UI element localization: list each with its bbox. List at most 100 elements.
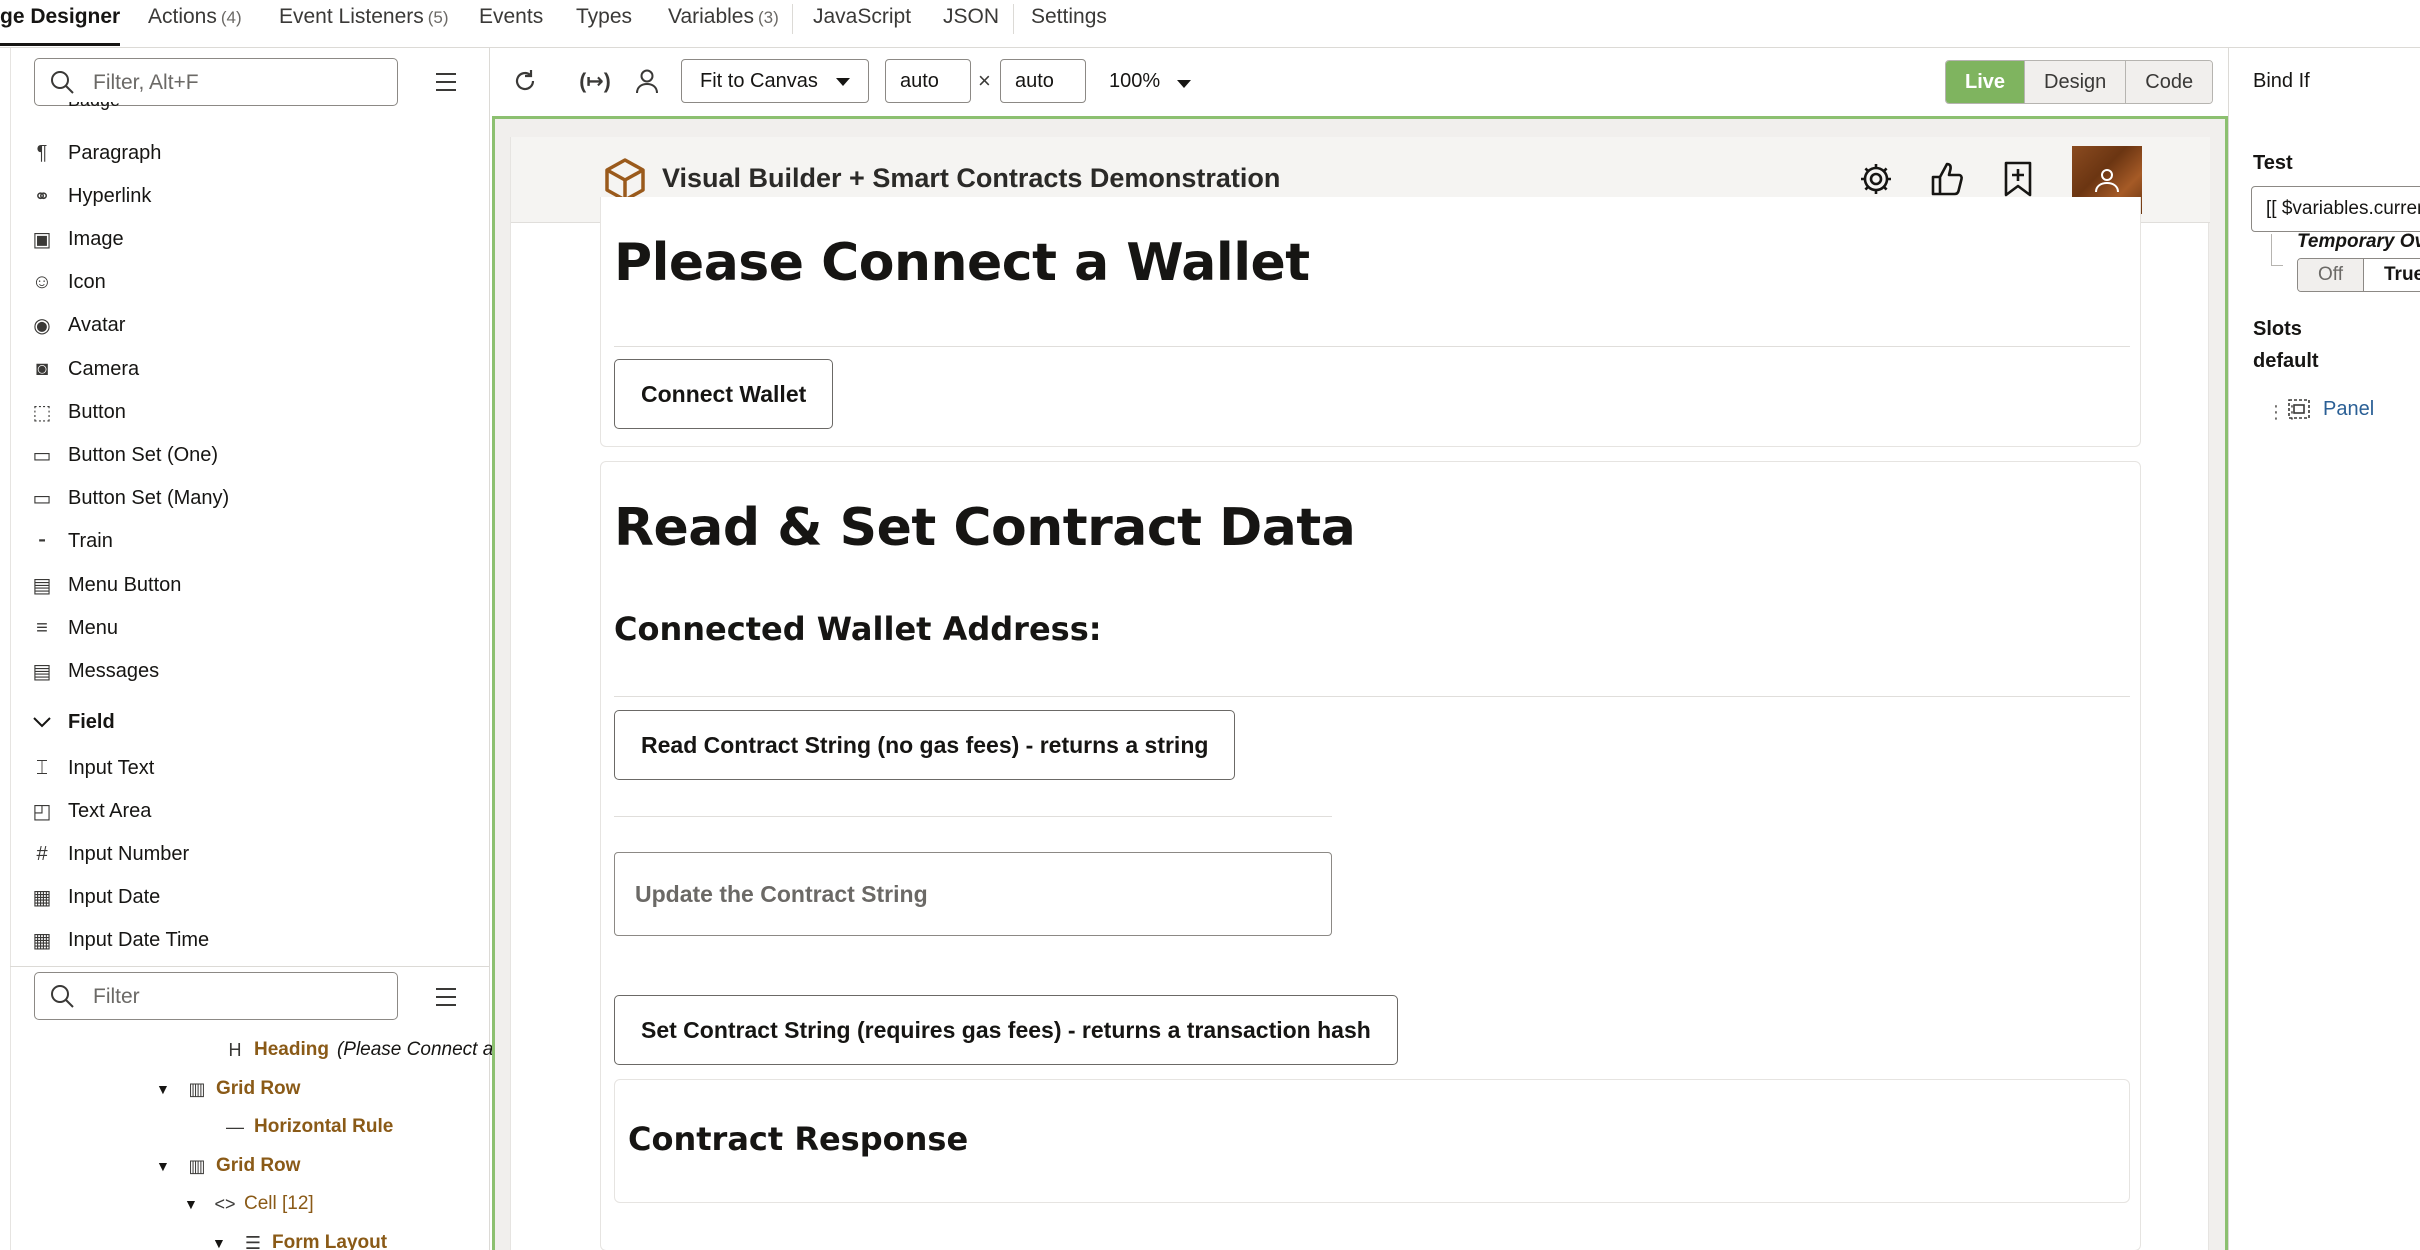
component-item[interactable]: ⬚ Button [30, 397, 126, 427]
structure-node[interactable]: ▼ ☰ Form Layout [212, 1228, 387, 1250]
paragraph-icon: ¶ [36, 141, 48, 164]
canvas-height-input[interactable]: auto [1000, 59, 1086, 103]
component-item[interactable]: ¶ Paragraph [30, 138, 162, 168]
read-contract-button[interactable]: Read Contract String (no gas fees) - ret… [614, 710, 1236, 780]
component-item[interactable]: ⁃ Train [30, 527, 113, 557]
structure-node[interactable]: H Heading (Please Connect a [224, 1035, 494, 1065]
fit-to-canvas-select[interactable]: Fit to Canvas [681, 59, 869, 103]
tab-javascript[interactable]: JavaScript [813, 0, 911, 46]
mode-toggle: Live Design Code [1945, 60, 2214, 104]
tab-label: Actions [148, 5, 217, 28]
field-component-item[interactable]: # Input Number [30, 839, 189, 869]
temporary-override-label: Temporary Override [2297, 231, 2420, 252]
update-contract-string-input[interactable]: Update the Contract String [614, 852, 1332, 936]
settings-gear-icon[interactable] [1856, 159, 1896, 199]
component-label: Text Area [68, 799, 152, 822]
tab-label: ge Designer [0, 5, 121, 28]
button-set-one-icon: ▭ [32, 444, 52, 467]
mode-design-button[interactable]: Design [2025, 61, 2127, 103]
component-item[interactable]: ⚭ Hyperlink [30, 181, 152, 211]
default-slot-label: default [2253, 350, 2319, 372]
tab-actions[interactable]: Actions (4) [148, 0, 242, 46]
thumbs-up-icon[interactable] [1927, 159, 1967, 199]
zoom-value: 100% [1109, 70, 1161, 92]
component-item[interactable]: ≡ Menu [30, 613, 118, 643]
tab-label: JSON [943, 5, 1000, 28]
contract-data-card: Read & Set Contract Data Connected Walle… [600, 461, 2141, 1250]
contract-response-card: Contract Response [614, 1079, 2130, 1203]
component-label: Messages [68, 659, 160, 682]
components-menu-icon[interactable] [436, 73, 456, 91]
component-label: Hyperlink [68, 184, 152, 207]
slots-label: Slots [2253, 318, 2302, 340]
structure-menu-icon[interactable] [436, 988, 456, 1006]
zoom-select[interactable]: 100% [1109, 70, 1191, 93]
train-icon: ⁃ [37, 531, 47, 554]
connect-wallet-button[interactable]: Connect Wallet [614, 359, 834, 429]
component-item[interactable]: ▭ Button Set (One) [30, 440, 219, 470]
test-expression-input[interactable]: [[ $variables.currentAccount [2251, 186, 2420, 232]
component-partial[interactable]: Badge [30, 102, 120, 118]
component-item[interactable]: ▭ Button Set (Many) [30, 484, 230, 514]
expand-triangle-icon[interactable]: ▼ [156, 1081, 172, 1097]
refresh-icon[interactable] [508, 64, 542, 98]
tree-connector [2271, 234, 2283, 266]
component-item[interactable]: ▣ Image [30, 224, 124, 254]
component-item[interactable]: ☺ Icon [30, 268, 106, 298]
component-label: Avatar [68, 314, 126, 337]
tab-label: Event Listeners [279, 5, 424, 28]
field-component-item[interactable]: ◰ Text Area [30, 796, 152, 826]
input-value: auto [900, 70, 939, 92]
field-component-item[interactable]: ▦ Input Date [30, 882, 161, 912]
app-title: Visual Builder + Smart Contracts Demonst… [662, 163, 1281, 193]
canvas-width-input[interactable]: auto [885, 59, 971, 103]
tab-types[interactable]: Types [576, 0, 632, 46]
components-search-input[interactable]: Filter, Alt+F [34, 58, 398, 106]
component-label: Button Set (One) [68, 443, 219, 466]
tab-settings[interactable]: Settings [1031, 0, 1107, 46]
test-label: Test [2253, 152, 2293, 174]
grid-row-icon: ▥ [188, 1078, 206, 1099]
override-true-button[interactable]: True [2364, 259, 2420, 291]
input-value: [[ $variables.currentAccount [2266, 198, 2420, 219]
panel-link[interactable]: Panel [2323, 398, 2374, 421]
components-panel: Filter, Alt+F Badge ¶ Paragraph ⚭ Hyperlink… [0, 48, 494, 1250]
structure-filter-input[interactable]: Filter [34, 972, 398, 1020]
component-item[interactable]: ▤ Messages [30, 656, 160, 686]
set-contract-button[interactable]: Set Contract String (requires gas fees) … [614, 995, 1398, 1065]
component-item[interactable]: ◉ Avatar [30, 311, 125, 341]
field-component-item[interactable]: ▦ Input Date Time [30, 925, 210, 955]
user-icon[interactable] [630, 64, 664, 98]
override-off-button[interactable]: Off [2298, 259, 2364, 291]
tab-variables[interactable]: Variables (3) [668, 0, 779, 46]
bookmark-add-icon[interactable] [1998, 159, 2038, 199]
component-label: Camera [68, 357, 140, 380]
structure-node[interactable]: ▼ <> Cell [12] [184, 1189, 314, 1219]
tab-page-designer[interactable]: ge Designer [0, 0, 121, 46]
component-label: Badge [68, 102, 120, 111]
component-item[interactable]: ▤ Menu Button [30, 570, 182, 600]
expand-triangle-icon[interactable]: ▼ [184, 1196, 200, 1212]
panel-edge [10, 48, 11, 1250]
select-value: Fit to Canvas [700, 70, 818, 92]
structure-node[interactable]: — Horizontal Rule [224, 1112, 393, 1142]
search-icon [51, 985, 74, 1008]
component-item[interactable]: ◙ Camera [30, 354, 139, 384]
structure-node[interactable]: ▼ ▥ Grid Row [156, 1151, 300, 1181]
expand-triangle-icon[interactable]: ▼ [212, 1235, 228, 1250]
field-component-item[interactable]: ⌶ Input Text [30, 753, 154, 783]
messages-icon: ▤ [32, 660, 52, 683]
tab-json[interactable]: JSON [943, 0, 999, 46]
section-field[interactable]: Field [30, 707, 115, 737]
mode-live-button[interactable]: Live [1946, 61, 2026, 103]
expand-triangle-icon[interactable]: ▼ [156, 1158, 172, 1174]
mode-code-button[interactable]: Code [2126, 61, 2213, 103]
variable-binding-icon[interactable]: (↦) [578, 64, 612, 98]
grid-row-icon: ▥ [188, 1155, 206, 1176]
tab-events[interactable]: Events [479, 0, 543, 46]
user-icon [2095, 169, 2119, 193]
cell-icon: <> [214, 1193, 236, 1214]
tab-label: Events [479, 5, 544, 28]
structure-node[interactable]: ▼ ▥ Grid Row [156, 1074, 300, 1104]
tab-event-listeners[interactable]: Event Listeners (5) [279, 0, 449, 46]
